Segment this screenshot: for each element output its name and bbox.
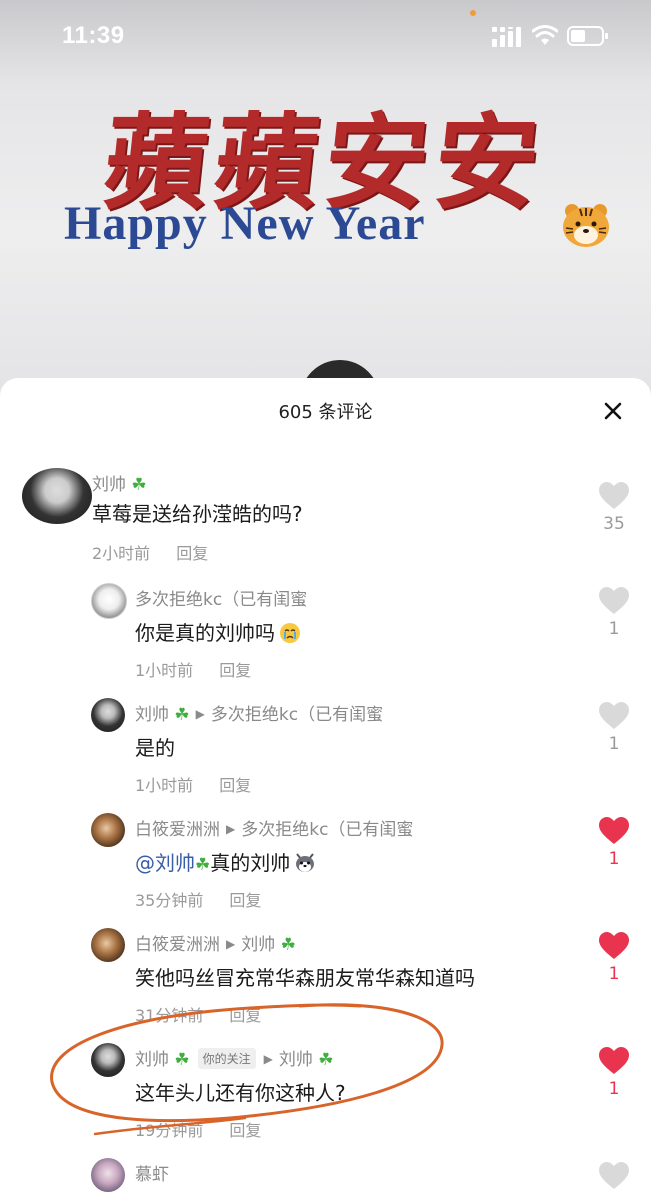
reply-button[interactable]: 回复 [219, 661, 251, 680]
comment-username[interactable]: 多次拒绝kc（已有闺蜜 [135, 585, 307, 610]
comment-username[interactable]: 慕虾 [135, 1160, 169, 1185]
follow-tag: 你的关注 [197, 1048, 256, 1069]
reply-button[interactable]: 回复 [229, 1006, 261, 1025]
comment-text-content: 真的刘帅 [210, 851, 291, 875]
wifi-icon [532, 25, 558, 45]
heart-liked-icon[interactable] [599, 1047, 629, 1075]
comment-text: 这年头儿还有你这种人? [135, 1081, 346, 1105]
comment-meta: 1小时前 回复 [135, 657, 251, 681]
avatar[interactable] [91, 583, 127, 619]
comment-time: 31分钟前 [135, 1006, 204, 1025]
crying-face-emoji-icon [280, 623, 300, 643]
video-banner-subtitle: Happy New Year [64, 197, 426, 250]
comment-meta: 2小时前 回复 [92, 540, 208, 564]
heart-icon[interactable] [599, 702, 629, 730]
reply-button[interactable]: 回复 [229, 891, 261, 910]
reply-to-username[interactable]: 多次拒绝kc（已有闺蜜 [241, 820, 413, 840]
cellular-signal-icon [492, 27, 521, 47]
username-text: 刘帅 [135, 1050, 169, 1070]
comment-meta: 1小时前 回复 [135, 772, 251, 796]
heart-icon[interactable] [599, 482, 629, 510]
clover-icon: ☘ [275, 935, 296, 955]
comment-time: 1小时前 [135, 776, 194, 795]
reply-item: 慕虾 [0, 1158, 651, 1200]
avatar[interactable] [91, 698, 125, 732]
avatar[interactable] [22, 468, 92, 524]
heart-icon[interactable] [599, 587, 629, 615]
reply-button[interactable]: 回复 [176, 544, 208, 563]
comments-sheet: 605 条评论 刘帅 ☘ 草莓是送给孙滢皓的吗? 2小时前 回复 35 多次拒绝k… [0, 378, 651, 1200]
clover-icon: ☘ [126, 475, 147, 495]
comment-username[interactable]: 刘帅 ☘ ▶ 多次拒绝kc（已有闺蜜 [135, 700, 383, 725]
comments-count-title: 605 条评论 [278, 402, 373, 423]
comment-meta: 19分钟前 回复 [135, 1117, 261, 1141]
battery-icon [567, 26, 608, 46]
comment-time: 19分钟前 [135, 1121, 204, 1140]
clover-icon: ☘ [169, 705, 190, 725]
like-count: 1 [608, 619, 620, 639]
comment-time: 1小时前 [135, 661, 194, 680]
heart-liked-icon[interactable] [599, 932, 629, 960]
comment-username[interactable]: 白筱爱洲洲 ▶ 多次拒绝kc（已有闺蜜 [135, 815, 413, 840]
privacy-indicator-dot [470, 10, 476, 16]
comment-text: 笑他吗丝冒充常华森朋友常华森知道吗 [135, 966, 475, 990]
comment-text: 是的 [135, 736, 175, 760]
comment-meta: 35分钟前 回复 [135, 887, 261, 911]
reply-item: 刘帅 ☘ 你的关注 ▶ 刘帅 ☘ 这年头儿还有你这种人? 19分钟前 回复 1 [0, 1043, 651, 1143]
clover-icon: ☘ [169, 1050, 190, 1070]
mention-link[interactable]: @刘帅 [135, 851, 195, 875]
comment-username[interactable]: 刘帅 ☘ [92, 470, 147, 495]
reply-button[interactable]: 回复 [229, 1121, 261, 1140]
heart-icon[interactable] [599, 1162, 629, 1190]
reply-item: 白筱爱洲洲 ▶ 多次拒绝kc（已有闺蜜 @刘帅☘真的刘帅 35分钟前 回复 1 [0, 813, 651, 913]
like-count: 1 [608, 1079, 620, 1099]
clover-icon: ☘ [312, 1050, 334, 1070]
comment-item: 刘帅 ☘ 草莓是送给孙滢皓的吗? 2小时前 回复 35 [0, 468, 651, 568]
comment-time: 2小时前 [92, 544, 151, 563]
avatar[interactable] [91, 1043, 125, 1077]
heart-liked-icon[interactable] [599, 817, 629, 845]
reply-item: 白筱爱洲洲 ▶ 刘帅 ☘ 笑他吗丝冒充常华森朋友常华森知道吗 31分钟前 回复 1 [0, 928, 651, 1028]
reply-to-username[interactable]: 刘帅 [241, 935, 275, 955]
husky-emoji-icon [296, 853, 315, 872]
close-icon[interactable] [600, 398, 626, 424]
like-count: 1 [608, 849, 620, 869]
status-bar: 11:39 [0, 0, 651, 72]
comment-text: @刘帅☘真的刘帅 [135, 847, 316, 876]
comment-username[interactable]: 白筱爱洲洲 ▶ 刘帅 ☘ [135, 930, 296, 955]
username-text: 刘帅 [135, 705, 169, 725]
clover-icon: ☘ [195, 855, 211, 875]
username-text: 刘帅 [92, 475, 126, 495]
reply-item: 刘帅 ☘ ▶ 多次拒绝kc（已有闺蜜 是的 1小时前 回复 1 [0, 698, 651, 798]
comment-text: 你是真的刘帅吗 [135, 617, 301, 646]
username-text: 白筱爱洲洲 [135, 820, 220, 840]
username-text: 白筱爱洲洲 [135, 935, 220, 955]
status-time: 11:39 [62, 22, 125, 49]
tiger-emoji-icon [563, 204, 609, 247]
like-count: 1 [608, 734, 620, 754]
like-count: 35 [603, 514, 625, 534]
avatar[interactable] [91, 1158, 125, 1192]
reply-item: 多次拒绝kc（已有闺蜜 你是真的刘帅吗 1小时前 回复 1 [0, 583, 651, 683]
avatar[interactable] [91, 813, 125, 847]
reply-arrow-icon: ▶ [195, 707, 205, 721]
comment-time: 35分钟前 [135, 891, 204, 910]
reply-arrow-icon: ▶ [226, 822, 236, 836]
comment-username[interactable]: 刘帅 ☘ 你的关注 ▶ 刘帅 ☘ [135, 1045, 334, 1071]
comment-text: 草莓是送给孙滢皓的吗? [92, 502, 303, 526]
reply-arrow-icon: ▶ [263, 1052, 273, 1066]
reply-button[interactable]: 回复 [219, 776, 251, 795]
like-count: 1 [608, 964, 620, 984]
avatar[interactable] [91, 928, 125, 962]
reply-to-username[interactable]: 多次拒绝kc（已有闺蜜 [211, 705, 383, 725]
reply-arrow-icon: ▶ [226, 937, 236, 951]
comment-text-content: 你是真的刘帅吗 [135, 621, 275, 645]
comment-meta: 31分钟前 回复 [135, 1002, 261, 1026]
video-background[interactable]: 11:39 蘋蘋安安 Happy New Year [0, 0, 651, 420]
reply-to-username[interactable]: 刘帅 [279, 1050, 313, 1070]
